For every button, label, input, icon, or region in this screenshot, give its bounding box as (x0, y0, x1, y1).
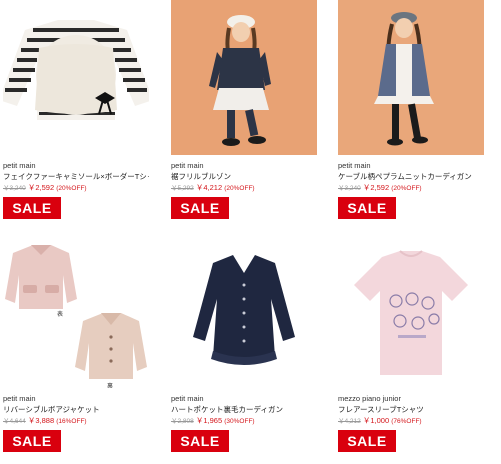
product-name[interactable]: 裾フリルブルゾン (171, 172, 317, 181)
sale-price: ￥1,965 (195, 416, 223, 425)
discount-rate: (30%OFF) (224, 418, 255, 425)
product-card[interactable]: petit main 裾フリルブルゾン ￥5,292 ￥4,212 (20%OF… (171, 0, 317, 219)
original-price: ￥4,212 (338, 418, 361, 425)
striped-shirt-illustration (3, 0, 149, 155)
sale-price: ￥1,000 (362, 416, 390, 425)
boa-jacket-illustration (3, 233, 149, 388)
product-name[interactable]: フェイクファーキャミソール×ボーダーTシャツセット (3, 172, 149, 181)
product-name[interactable]: リバーシブルボアジャケット (3, 405, 149, 414)
product-card[interactable]: petit main フェイクファーキャミソール×ボーダーTシャツセット ￥3,… (3, 0, 149, 219)
brand-name: petit main (3, 394, 36, 403)
pink-tshirt-illustration (338, 233, 484, 388)
sale-badge: SALE (171, 430, 229, 452)
sale-badge: SALE (338, 430, 396, 452)
sale-price: ￥4,212 (195, 183, 223, 192)
original-price: ￥4,644 (3, 418, 26, 425)
product-image-heart-cardigan[interactable] (171, 233, 317, 388)
original-price: ￥3,240 (338, 185, 361, 192)
price-row: ￥5,292 ￥4,212 (20%OFF) (171, 183, 317, 194)
product-image-quilted-jacket[interactable] (171, 0, 317, 155)
price-row: ￥3,240 ￥2,592 (20%OFF) (338, 183, 484, 194)
girl-in-jacket-illustration (171, 0, 317, 155)
product-image-flare-tshirt[interactable] (338, 233, 484, 388)
product-name[interactable]: ケーブル柄ペプラムニットカーディガン (338, 172, 484, 181)
product-grid: petit main フェイクファーキャミソール×ボーダーTシャツセット ￥3,… (0, 0, 501, 464)
discount-rate: (20%OFF) (56, 185, 87, 192)
sale-price: ￥2,592 (362, 183, 390, 192)
product-card[interactable]: 表 裏 petit main リバーシブルボアジャケット ￥4,644 ￥3,8… (3, 233, 149, 452)
sale-badge: SALE (3, 430, 61, 452)
product-image-striped-shirt[interactable] (3, 0, 149, 155)
brand-name: petit main (171, 394, 204, 403)
price-row: ￥4,212 ￥1,000 (76%OFF) (338, 416, 484, 427)
sale-badge: SALE (171, 197, 229, 219)
sale-price: ￥2,592 (27, 183, 55, 192)
product-image-cable-cardigan[interactable] (338, 0, 484, 155)
label-front: 表 (57, 312, 64, 318)
discount-rate: (76%OFF) (391, 418, 422, 425)
discount-rate: (20%OFF) (391, 185, 422, 192)
brand-name: petit main (338, 161, 371, 170)
sale-badge: SALE (3, 197, 61, 219)
original-price: ￥2,808 (171, 418, 194, 425)
brand-name: petit main (171, 161, 204, 170)
brand-name: mezzo piano junior (338, 394, 401, 403)
original-price: ￥3,240 (3, 185, 26, 192)
price-row: ￥3,240 ￥2,592 (20%OFF) (3, 183, 149, 194)
label-back: 裏 (107, 384, 114, 388)
navy-cardigan-illustration (171, 233, 317, 388)
product-card[interactable]: petit main ケーブル柄ペプラムニットカーディガン ￥3,240 ￥2,… (338, 0, 484, 219)
product-name[interactable]: フレアースリーブTシャツ (338, 405, 484, 414)
discount-rate: (16%OFF) (56, 418, 87, 425)
sale-badge: SALE (338, 197, 396, 219)
product-name[interactable]: ハートポケット裏毛カーディガン (171, 405, 317, 414)
brand-name: petit main (3, 161, 36, 170)
girl-in-cardigan-illustration (338, 0, 484, 155)
product-image-boa-jacket[interactable]: 表 裏 (3, 233, 149, 388)
discount-rate: (20%OFF) (224, 185, 255, 192)
price-row: ￥4,644 ￥3,888 (16%OFF) (3, 416, 149, 427)
original-price: ￥5,292 (171, 185, 194, 192)
price-row: ￥2,808 ￥1,965 (30%OFF) (171, 416, 317, 427)
product-card[interactable]: mezzo piano junior フレアースリーブTシャツ ￥4,212 ￥… (338, 233, 484, 452)
sale-price: ￥3,888 (27, 416, 55, 425)
product-card[interactable]: petit main ハートポケット裏毛カーディガン ￥2,808 ￥1,965… (171, 233, 317, 452)
